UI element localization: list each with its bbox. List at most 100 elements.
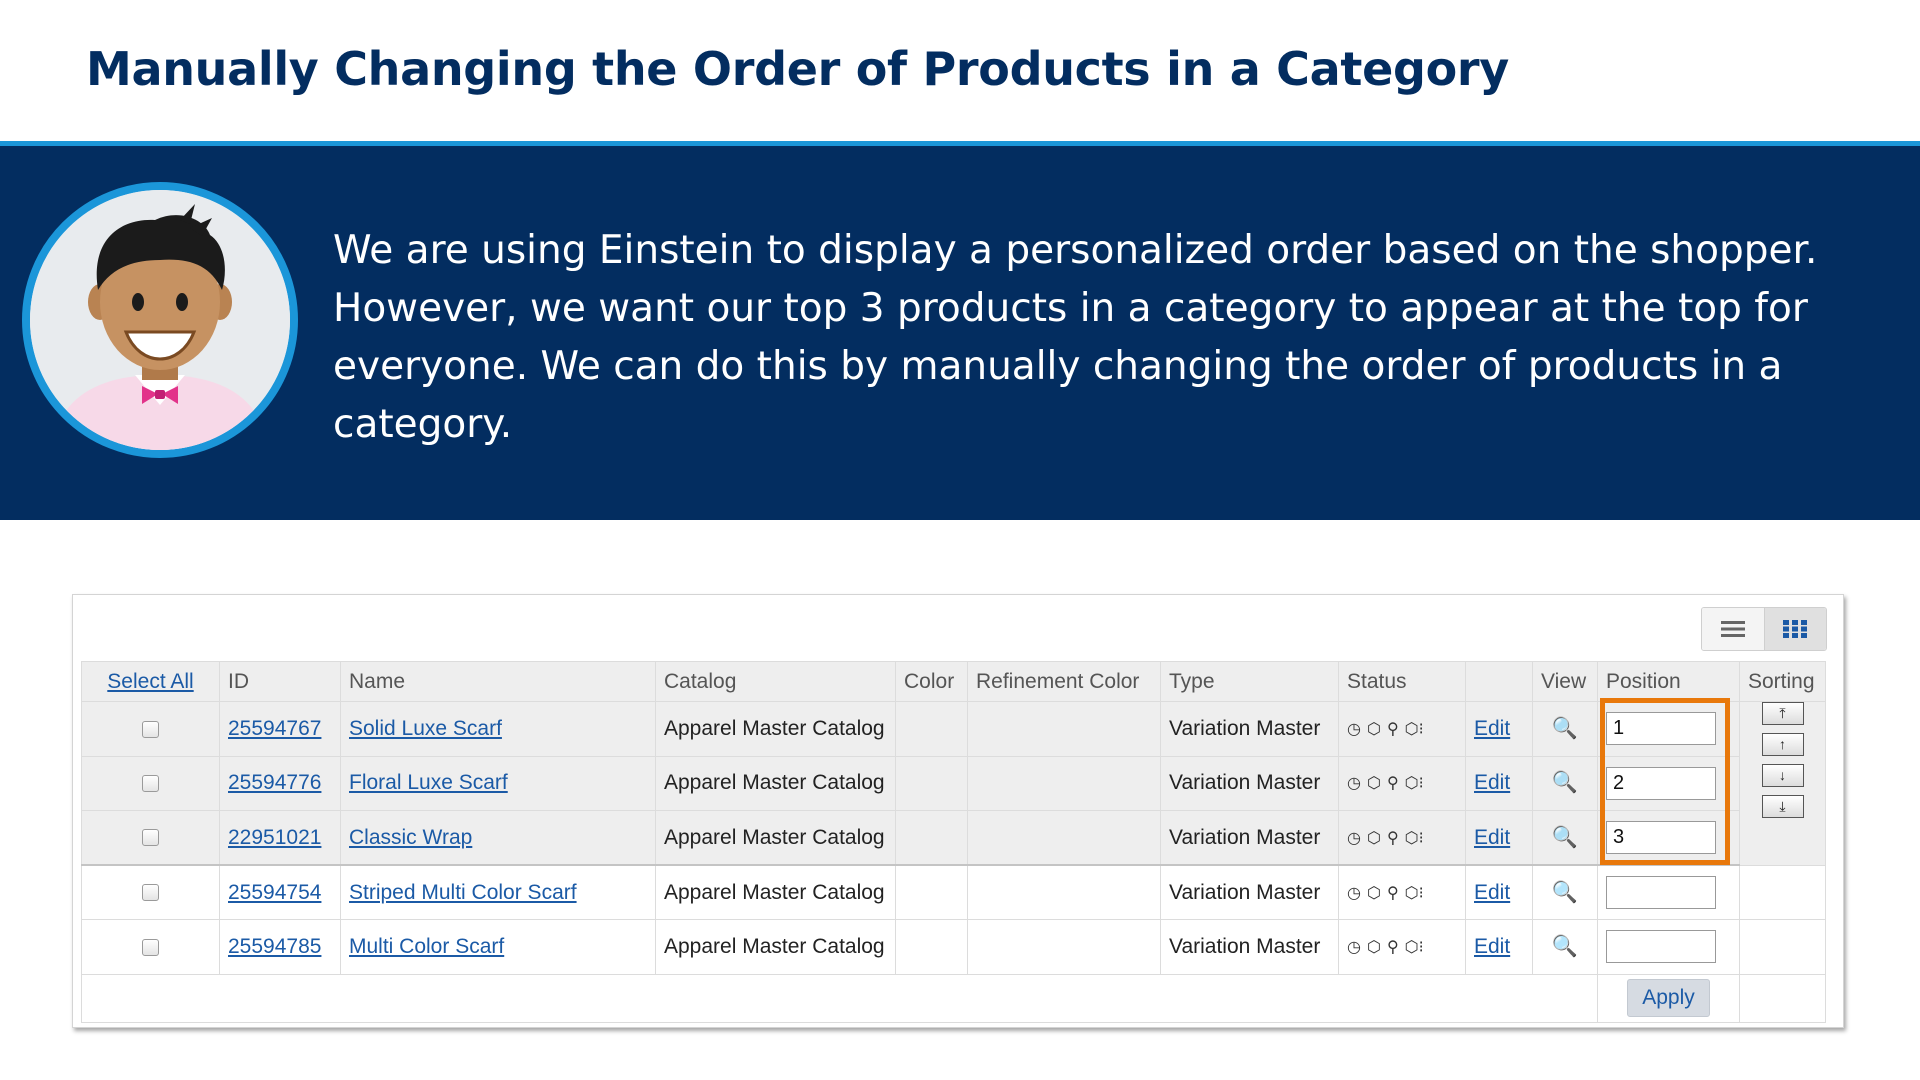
cube-icon: ⬡ — [1366, 884, 1381, 902]
catalog-cell: Apparel Master Catalog — [655, 755, 896, 811]
move-up-icon[interactable]: ↑ — [1761, 733, 1804, 756]
product-name-link[interactable]: Classic Wrap — [349, 826, 472, 849]
cube-icon: ⬡ — [1366, 775, 1381, 793]
move-to-top-icon[interactable]: ⤒ — [1761, 702, 1804, 725]
sorting-empty-cell — [1739, 919, 1826, 975]
magnify-view-icon[interactable]: 🔍 — [1552, 881, 1578, 904]
list-view-icon[interactable] — [1702, 608, 1765, 650]
position-header[interactable]: Position — [1597, 661, 1740, 702]
status-header[interactable]: Status — [1338, 661, 1466, 702]
row-checkbox[interactable] — [142, 938, 159, 956]
status-icons: ◷ ⬡ ⚲ ⬡⁝ — [1347, 719, 1457, 739]
view-header: View — [1532, 661, 1598, 702]
category-products-panel: Select All ID Name Catalog Color Refinem… — [72, 594, 1844, 1028]
sorting-empty-cell — [1739, 864, 1826, 920]
product-id-link[interactable]: 25594776 — [228, 771, 321, 794]
type-cell: Variation Master — [1160, 919, 1339, 975]
color-cell — [895, 810, 968, 866]
products-table: Select All ID Name Catalog Color Refinem… — [81, 661, 1826, 1023]
edit-link[interactable]: Edit — [1474, 717, 1510, 740]
online-status-icon: ◷ — [1347, 775, 1361, 793]
table-row: 25594785 Multi Color Scarf Apparel Maste… — [81, 919, 1826, 975]
variation-icon: ⬡⁝ — [1404, 938, 1424, 956]
refinement-color-header[interactable]: Refinement Color — [967, 661, 1161, 702]
edit-link[interactable]: Edit — [1474, 771, 1510, 794]
view-toggle — [1701, 607, 1827, 651]
table-footer-row: Apply — [81, 973, 1826, 1023]
edit-link[interactable]: Edit — [1474, 826, 1510, 849]
row-checkbox[interactable] — [142, 720, 159, 738]
product-name-link[interactable]: Solid Luxe Scarf — [349, 717, 502, 740]
avatar — [22, 182, 298, 458]
catalog-cell: Apparel Master Catalog — [655, 810, 896, 866]
product-id-link[interactable]: 25594754 — [228, 881, 321, 904]
move-down-icon[interactable]: ↓ — [1761, 764, 1804, 787]
type-cell: Variation Master — [1160, 810, 1339, 866]
online-status-icon: ◷ — [1347, 938, 1361, 956]
search-status-icon: ⚲ — [1386, 829, 1399, 847]
position-input[interactable] — [1606, 930, 1716, 964]
online-status-icon: ◷ — [1347, 884, 1361, 902]
magnify-view-icon[interactable]: 🔍 — [1552, 717, 1578, 740]
refinement-color-cell — [967, 755, 1161, 811]
catalog-cell: Apparel Master Catalog — [655, 919, 896, 975]
status-icons: ◷ ⬡ ⚲ ⬡⁝ — [1347, 937, 1457, 957]
table-header-row: Select All ID Name Catalog Color Refinem… — [81, 661, 1826, 702]
status-icons: ◷ ⬡ ⚲ ⬡⁝ — [1347, 883, 1457, 903]
search-status-icon: ⚲ — [1386, 720, 1399, 738]
edit-header — [1465, 661, 1533, 702]
row-checkbox[interactable] — [142, 884, 159, 902]
online-status-icon: ◷ — [1347, 829, 1361, 847]
catalog-cell: Apparel Master Catalog — [655, 701, 896, 757]
product-id-link[interactable]: 22951021 — [228, 826, 321, 849]
magnify-view-icon[interactable]: 🔍 — [1552, 771, 1578, 794]
edit-link[interactable]: Edit — [1474, 935, 1510, 958]
intro-text: We are using Einstein to display a perso… — [333, 228, 1818, 447]
type-cell: Variation Master — [1160, 755, 1339, 811]
product-name-link[interactable]: Striped Multi Color Scarf — [349, 881, 577, 904]
refinement-color-cell — [967, 810, 1161, 866]
sorting-controls: ⤒ ↑ ↓ ⤓ — [1739, 701, 1826, 866]
position-input[interactable] — [1606, 712, 1716, 746]
variation-icon: ⬡⁝ — [1404, 775, 1424, 793]
edit-link[interactable]: Edit — [1474, 881, 1510, 904]
row-checkbox[interactable] — [142, 829, 159, 847]
grid-view-icon[interactable] — [1764, 608, 1826, 650]
refinement-color-cell — [967, 864, 1161, 920]
table-row: 25594776 Floral Luxe Scarf Apparel Maste… — [81, 755, 1826, 811]
product-id-link[interactable]: 25594767 — [228, 717, 321, 740]
row-checkbox[interactable] — [142, 775, 159, 793]
position-input[interactable] — [1606, 821, 1716, 854]
product-name-link[interactable]: Multi Color Scarf — [349, 935, 504, 958]
status-icons: ◷ ⬡ ⚲ ⬡⁝ — [1347, 828, 1457, 848]
catalog-header[interactable]: Catalog — [655, 661, 896, 702]
move-to-bottom-icon[interactable]: ⤓ — [1761, 795, 1804, 818]
magnify-view-icon[interactable]: 🔍 — [1552, 935, 1578, 958]
slide-title: Manually Changing the Order of Products … — [86, 42, 1509, 96]
position-input[interactable] — [1606, 876, 1716, 909]
type-header[interactable]: Type — [1160, 661, 1339, 702]
color-header[interactable]: Color — [895, 661, 968, 702]
search-status-icon: ⚲ — [1386, 938, 1399, 956]
refinement-color-cell — [967, 701, 1161, 757]
magnify-view-icon[interactable]: 🔍 — [1552, 826, 1578, 849]
variation-icon: ⬡⁝ — [1404, 829, 1424, 847]
cube-icon: ⬡ — [1366, 829, 1381, 847]
apply-button[interactable]: Apply — [1627, 979, 1710, 1017]
search-status-icon: ⚲ — [1386, 775, 1399, 793]
select-all-link[interactable]: Select All — [107, 670, 193, 693]
color-cell — [895, 701, 968, 757]
select-all-header: Select All — [81, 661, 220, 702]
product-name-link[interactable]: Floral Luxe Scarf — [349, 771, 508, 794]
person-illustration-icon — [30, 190, 290, 450]
table-row: 25594754 Striped Multi Color Scarf Appar… — [81, 864, 1826, 920]
table-row: 25594767 Solid Luxe Scarf Apparel Master… — [81, 701, 1826, 866]
id-header[interactable]: ID — [219, 661, 341, 702]
refinement-color-cell — [967, 919, 1161, 975]
product-id-link[interactable]: 25594785 — [228, 935, 321, 958]
name-header[interactable]: Name — [340, 661, 656, 702]
position-input[interactable] — [1606, 766, 1716, 800]
cube-icon: ⬡ — [1366, 938, 1381, 956]
table-row: 22951021 Classic Wrap Apparel Master Cat… — [81, 810, 1826, 866]
catalog-cell: Apparel Master Catalog — [655, 864, 896, 920]
